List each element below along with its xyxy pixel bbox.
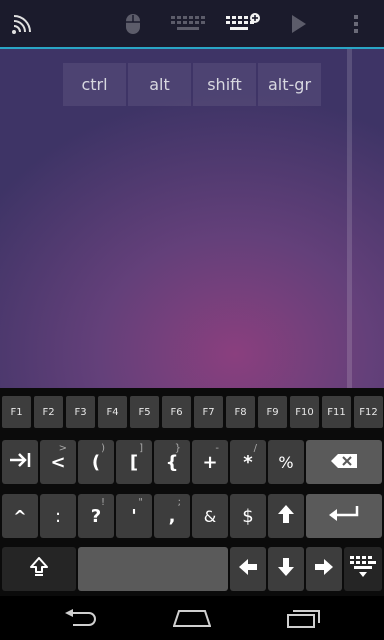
touchpad-area[interactable] [0,49,384,388]
key-alt-label: - [215,443,219,454]
nav-recents-icon[interactable] [284,604,324,632]
key-label: ' [131,505,137,527]
shift-button[interactable]: shift [193,63,256,106]
ampersand-key[interactable]: & [192,494,228,538]
key-label: & [203,506,217,526]
key-alt-label: ! [100,497,105,508]
colon-key[interactable]: : [40,494,76,538]
space-key[interactable] [78,547,228,591]
f2-key[interactable]: F2 [34,396,63,428]
key-label: $ [242,505,254,527]
hide-keyboard-icon [350,555,376,583]
key-alt-label: / [253,443,257,454]
tab-key-icon [9,452,31,473]
f8-key[interactable]: F8 [226,396,255,428]
keyboard-add-icon[interactable] [226,12,262,34]
arrow-down-icon [278,557,294,581]
arrow-right-icon [315,558,333,580]
f5-key[interactable]: F5 [130,396,159,428]
key-label: { [165,451,179,473]
key-alt-label: } [174,443,181,454]
play-icon[interactable] [290,14,308,34]
f6-key[interactable]: F6 [162,396,191,428]
backspace-icon [331,452,357,473]
key-alt-label: > [58,443,67,454]
wifi-icon[interactable] [8,12,34,38]
less-than-key[interactable]: < > [40,440,76,484]
question-key[interactable]: ? ! [78,494,114,538]
key-label: + [202,451,218,473]
arrow-down-key[interactable] [268,547,304,591]
brace-key[interactable]: { } [154,440,190,484]
enter-icon [329,505,359,527]
arrow-left-key[interactable] [230,547,266,591]
keyboard-icon[interactable] [170,14,206,34]
key-label: < [50,451,66,473]
arrow-up-key[interactable] [268,494,304,538]
plus-key[interactable]: + - [192,440,228,484]
f4-key[interactable]: F4 [98,396,127,428]
f11-key[interactable]: F11 [322,396,351,428]
enter-key[interactable] [306,494,382,538]
paren-key[interactable]: ( ) [78,440,114,484]
arrow-left-icon [239,558,257,580]
arrow-right-key[interactable] [306,547,342,591]
alt-button[interactable]: alt [128,63,191,106]
key-alt-label: ) [101,443,105,454]
key-label: % [278,452,294,472]
key-label: ( [91,451,101,473]
key-label: ? [90,505,102,527]
percent-key[interactable]: % [268,440,304,484]
caret-key[interactable]: ^ [2,494,38,538]
nav-back-icon[interactable] [60,604,100,632]
scroll-strip[interactable] [347,49,352,388]
dollar-key[interactable]: $ [230,494,266,538]
bracket-key[interactable]: [ ] [116,440,152,484]
f9-key[interactable]: F9 [258,396,287,428]
mouse-icon[interactable] [122,12,144,36]
f10-key[interactable]: F10 [290,396,319,428]
asterisk-key[interactable]: * / [230,440,266,484]
nav-home-icon[interactable] [172,604,212,632]
shift-icon [30,556,48,582]
shift-key[interactable] [2,547,76,591]
comma-key[interactable]: , ; [154,494,190,538]
alt-gr-button[interactable]: alt-gr [258,63,321,106]
key-label: [ [129,451,139,473]
overflow-menu-icon[interactable] [350,12,362,36]
apostrophe-key[interactable]: ' " [116,494,152,538]
key-label: * [243,451,253,473]
arrow-up-icon [278,504,294,528]
key-alt-label: " [138,497,143,508]
tab-key[interactable] [2,440,38,484]
ctrl-button[interactable]: ctrl [63,63,126,106]
f3-key[interactable]: F3 [66,396,95,428]
f7-key[interactable]: F7 [194,396,223,428]
key-label: ^ [13,506,27,526]
f1-key[interactable]: F1 [2,396,31,428]
key-label: : [54,505,62,527]
key-label: , [168,505,176,527]
key-alt-label: ; [177,497,181,508]
hide-keyboard-key[interactable] [344,547,382,591]
key-alt-label: ] [139,443,143,454]
f12-key[interactable]: F12 [354,396,383,428]
backspace-key[interactable] [306,440,382,484]
